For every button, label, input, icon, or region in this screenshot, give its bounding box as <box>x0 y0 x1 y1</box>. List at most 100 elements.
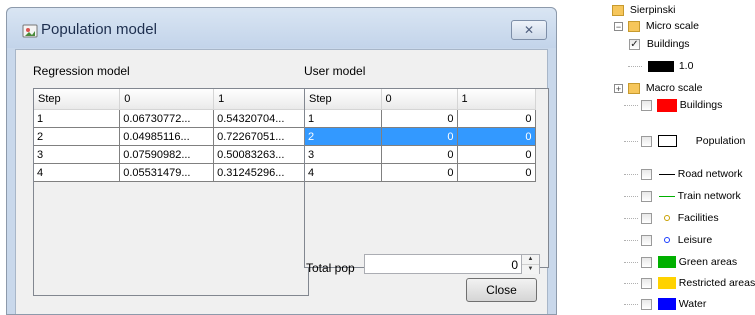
tree-label-train-network: Train network <box>677 190 741 202</box>
tree-label-style-value: 1.0 <box>678 60 694 72</box>
column-header-0[interactable]: 0 <box>381 89 458 110</box>
tree-connector <box>624 104 638 106</box>
checkbox[interactable] <box>640 234 652 246</box>
tree-node-macro-scale[interactable]: + Macro scale <box>614 80 702 96</box>
table-cell[interactable]: 3 <box>305 145 382 164</box>
tree-connector <box>624 173 638 175</box>
table-row[interactable]: 2 0.04985116... 0.72267051... <box>34 127 308 146</box>
table-cell[interactable]: 0 <box>457 109 536 128</box>
table-cell[interactable]: 0 <box>381 109 458 128</box>
point-symbol-icon <box>663 215 670 222</box>
checkbox[interactable] <box>640 256 652 268</box>
tree-node-train-network[interactable]: Train network <box>624 188 741 204</box>
checkbox[interactable] <box>640 190 652 202</box>
table-row[interactable]: 1 0 0 <box>305 109 536 128</box>
checkbox[interactable] <box>640 212 652 224</box>
tree-connector <box>624 195 638 197</box>
color-swatch <box>657 135 677 148</box>
column-header-1[interactable]: 1 <box>457 89 536 110</box>
spinner-buttons[interactable]: ▲ ▼ <box>521 255 539 274</box>
checkbox[interactable] <box>640 168 652 180</box>
regression-model-label: Regression model <box>33 64 130 78</box>
table-cell[interactable]: 0.06730772... <box>119 109 215 128</box>
table-cell[interactable]: 0 <box>457 145 536 164</box>
column-header-step[interactable]: Step <box>305 89 382 110</box>
table-row[interactable]: 1 0.06730772... 0.54320704... <box>34 109 308 128</box>
tree-label-facilities: Facilities <box>677 212 719 224</box>
expand-icon[interactable]: + <box>614 83 623 93</box>
tree-label-buildings: Buildings <box>679 99 723 111</box>
table-cell[interactable]: 0 <box>381 163 458 182</box>
table-cell[interactable]: 0 <box>381 127 458 146</box>
tree-node-population[interactable]: Population <box>624 133 745 149</box>
tree-node-leisure[interactable]: Leisure <box>624 232 712 248</box>
color-swatch <box>647 60 674 72</box>
checkbox[interactable] <box>640 277 652 289</box>
table-cell[interactable]: 2 <box>34 127 121 146</box>
table-cell[interactable]: 4 <box>305 163 382 182</box>
tree-node-green-areas[interactable]: Green areas <box>624 254 737 270</box>
tree-node-micro-scale[interactable]: − Micro scale <box>614 18 699 34</box>
tree-label-water: Water <box>678 298 707 310</box>
table-cell[interactable]: 3 <box>34 145 121 164</box>
tree-connector <box>624 239 638 241</box>
spin-up-icon[interactable]: ▲ <box>522 255 539 265</box>
tree-node-water[interactable]: Water <box>624 296 706 312</box>
table-cell[interactable]: 1 <box>305 109 382 128</box>
table-row[interactable]: 4 0.05531479... 0.31245296... <box>34 163 308 182</box>
tree-label-macro-scale: Macro scale <box>645 82 703 94</box>
table-cell[interactable]: 0 <box>457 163 536 182</box>
line-symbol <box>658 195 675 197</box>
line-symbol <box>658 173 675 175</box>
close-icon: ✕ <box>523 23 535 37</box>
table-cell[interactable]: 0.31245296... <box>213 163 308 182</box>
tree-node-buildings-macro[interactable]: Buildings <box>624 97 722 113</box>
table-cell[interactable]: 0.54320704... <box>213 109 308 128</box>
table-cell[interactable]: 0.50083263... <box>213 145 308 164</box>
tree-node-buildings-micro[interactable]: ✓ Buildings <box>629 36 690 52</box>
spin-down-icon[interactable]: ▼ <box>522 265 539 274</box>
table-cell[interactable]: 1 <box>34 109 121 128</box>
user-model-table[interactable]: Step 0 1 1 0 0 2 0 0 3 0 0 4 0 0 <box>304 88 549 268</box>
window-close-button[interactable]: ✕ <box>511 20 547 40</box>
tree-label-micro-scale: Micro scale <box>645 20 699 32</box>
checkbox[interactable] <box>640 298 652 310</box>
table-row[interactable]: 3 0 0 <box>305 145 536 164</box>
column-header-step[interactable]: Step <box>34 89 121 110</box>
tree-node-root[interactable]: Sierpinski <box>612 2 675 18</box>
table-cell[interactable]: 0.72267051... <box>213 127 308 146</box>
table-cell[interactable]: 0 <box>457 127 536 146</box>
total-pop-value[interactable]: 0 <box>511 258 518 272</box>
population-model-dialog: Population model ✕ Regression model User… <box>6 7 557 315</box>
table-row[interactable]: 4 0 0 <box>305 163 536 182</box>
tree-label-root: Sierpinski <box>629 4 676 16</box>
point-symbol-icon <box>663 237 670 244</box>
checkbox-checked[interactable]: ✓ <box>629 38 640 50</box>
total-pop-spinner[interactable]: 0 ▲ ▼ <box>364 254 540 274</box>
column-header-0[interactable]: 0 <box>119 89 215 110</box>
table-row[interactable]: 3 0.07590982... 0.50083263... <box>34 145 308 164</box>
table-cell[interactable]: 0 <box>381 145 458 164</box>
layer-tree: Sierpinski − Micro scale ✓ Buildings 1.0… <box>612 0 755 315</box>
tree-node-restricted-areas[interactable]: Restricted areas <box>624 275 755 291</box>
color-swatch <box>657 277 676 290</box>
color-swatch <box>657 298 676 311</box>
tree-connector <box>624 282 638 284</box>
table-cell[interactable]: 4 <box>34 163 121 182</box>
column-header-1[interactable]: 1 <box>213 89 308 110</box>
dialog-titlebar[interactable]: Population model ✕ <box>7 8 556 48</box>
regression-model-table[interactable]: Step 0 1 1 0.06730772... 0.54320704... 2… <box>33 88 309 296</box>
table-cell[interactable]: 2 <box>305 127 382 146</box>
close-button[interactable]: Close <box>466 278 537 302</box>
collapse-icon[interactable]: − <box>614 21 623 31</box>
checkbox[interactable] <box>640 135 652 147</box>
table-cell[interactable]: 0.04985116... <box>119 127 215 146</box>
checkbox[interactable] <box>640 99 652 111</box>
table-cell[interactable]: 0.05531479... <box>119 163 215 182</box>
table-row-selected[interactable]: 2 0 0 <box>305 127 536 146</box>
folder-icon <box>627 82 640 94</box>
tree-label-green-areas: Green areas <box>678 256 738 268</box>
table-cell[interactable]: 0.07590982... <box>119 145 215 164</box>
tree-node-road-network[interactable]: Road network <box>624 166 743 182</box>
tree-node-facilities[interactable]: Facilities <box>624 210 719 226</box>
